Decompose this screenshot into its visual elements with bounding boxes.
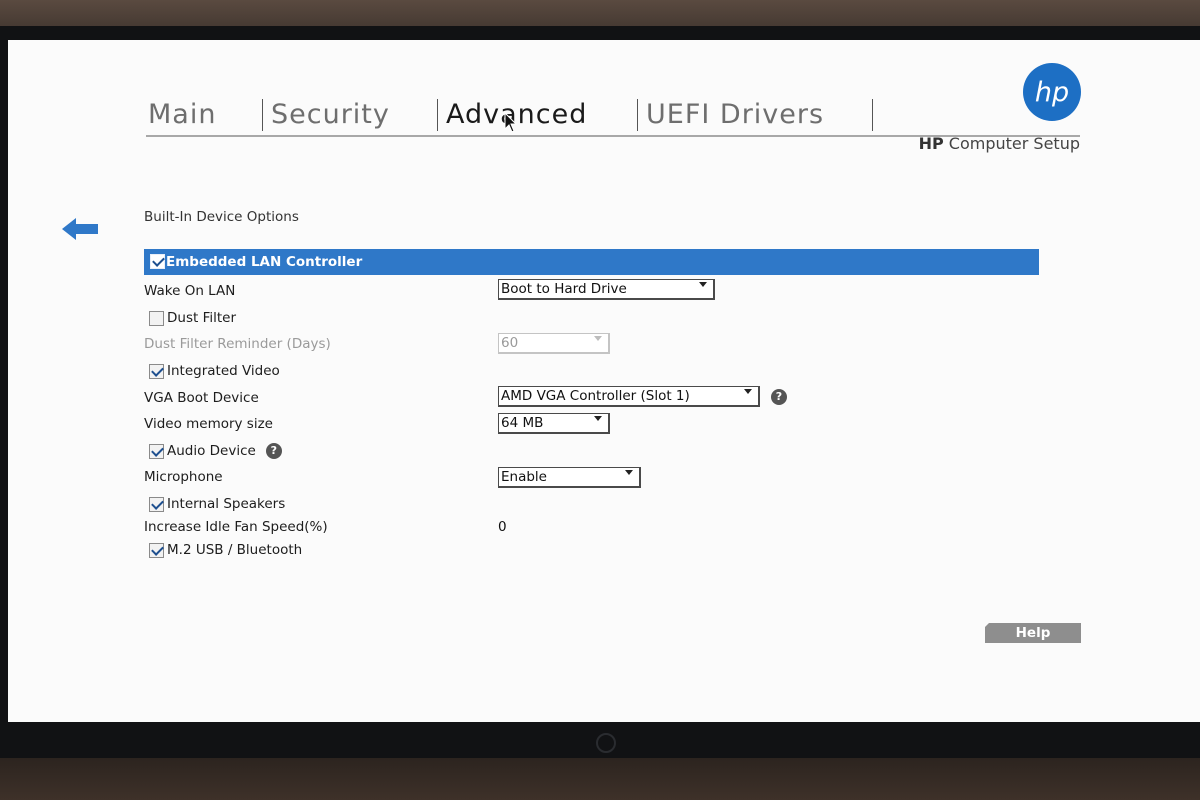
tab-security[interactable]: Security bbox=[271, 95, 390, 135]
wake-on-lan-select[interactable]: Boot to Hard Drive bbox=[498, 279, 715, 300]
integrated-video-label: Integrated Video bbox=[167, 363, 280, 379]
embedded-lan-label: Embedded LAN Controller bbox=[166, 254, 363, 270]
dust-filter-checkbox[interactable] bbox=[149, 310, 164, 326]
tab-uefi-drivers[interactable]: UEFI Drivers bbox=[646, 95, 824, 135]
option-m2-usb-bluetooth-row[interactable]: M.2 USB / Bluetooth bbox=[144, 538, 302, 562]
chevron-down-icon bbox=[699, 282, 707, 287]
m2-usb-bluetooth-label: M.2 USB / Bluetooth bbox=[167, 542, 303, 558]
help-button[interactable]: Help bbox=[985, 623, 1081, 643]
option-embedded-lan-row[interactable]: Embedded LAN Controller bbox=[144, 249, 1039, 275]
dust-filter-label: Dust Filter bbox=[167, 310, 237, 326]
chevron-down-icon bbox=[625, 470, 633, 475]
tab-separator bbox=[637, 99, 638, 131]
option-integrated-video-row[interactable]: Integrated Video bbox=[144, 359, 280, 383]
dust-filter-reminder-label: Dust Filter Reminder (Days) bbox=[144, 336, 331, 352]
back-arrow-icon[interactable] bbox=[60, 216, 100, 242]
idle-fan-speed-value[interactable]: 0 bbox=[498, 519, 507, 535]
microphone-label: Microphone bbox=[144, 469, 223, 485]
idle-fan-speed-label: Increase Idle Fan Speed(%) bbox=[144, 519, 328, 535]
vga-boot-device-select[interactable]: AMD VGA Controller (Slot 1) bbox=[498, 386, 760, 407]
chevron-down-icon bbox=[594, 336, 602, 341]
video-memory-label: Video memory size bbox=[144, 416, 273, 432]
hp-logo-icon: hp bbox=[1023, 63, 1081, 121]
tab-main[interactable]: Main bbox=[148, 95, 216, 135]
tab-separator bbox=[872, 99, 873, 131]
m2-usb-bluetooth-checkbox[interactable] bbox=[149, 542, 164, 558]
integrated-video-checkbox[interactable] bbox=[149, 363, 164, 379]
vga-boot-device-value: AMD VGA Controller (Slot 1) bbox=[501, 388, 690, 404]
product-brand: HP bbox=[918, 134, 944, 153]
wake-on-lan-value: Boot to Hard Drive bbox=[501, 281, 627, 297]
microphone-value: Enable bbox=[501, 469, 547, 485]
background-desk bbox=[0, 758, 1200, 800]
internal-speakers-checkbox[interactable] bbox=[149, 496, 164, 512]
internal-speakers-label: Internal Speakers bbox=[167, 496, 286, 512]
tab-separator bbox=[262, 99, 263, 131]
embedded-lan-checkbox[interactable] bbox=[150, 254, 165, 269]
mouse-cursor-icon bbox=[504, 112, 518, 133]
video-memory-select[interactable]: 64 MB bbox=[498, 413, 610, 434]
tab-separator bbox=[437, 99, 438, 131]
option-audio-device-row[interactable]: Audio Device ? bbox=[144, 439, 282, 463]
chevron-down-icon bbox=[594, 416, 602, 421]
option-dust-filter-row[interactable]: Dust Filter bbox=[144, 306, 236, 330]
product-name: Computer Setup bbox=[948, 134, 1080, 153]
bios-screen: Main Security Advanced UEFI Drivers hp H… bbox=[8, 40, 1200, 722]
section-title: Built-In Device Options bbox=[144, 209, 299, 225]
tab-bar: Main Security Advanced UEFI Drivers bbox=[146, 95, 1080, 137]
chevron-down-icon bbox=[744, 389, 752, 394]
vga-help-icon[interactable]: ? bbox=[771, 389, 787, 405]
monitor-logo bbox=[596, 733, 616, 753]
audio-device-label: Audio Device bbox=[167, 443, 256, 459]
video-memory-value: 64 MB bbox=[501, 415, 544, 431]
hp-logo-text: hp bbox=[1035, 77, 1069, 108]
dust-filter-reminder-select: 60 bbox=[498, 333, 610, 354]
wake-on-lan-label: Wake On LAN bbox=[144, 283, 236, 299]
option-internal-speakers-row[interactable]: Internal Speakers bbox=[144, 492, 285, 516]
dust-filter-reminder-value: 60 bbox=[501, 335, 519, 351]
microphone-select[interactable]: Enable bbox=[498, 467, 641, 488]
product-title: HP Computer Setup bbox=[888, 134, 1080, 153]
audio-help-icon[interactable]: ? bbox=[265, 443, 282, 459]
audio-device-checkbox[interactable] bbox=[149, 443, 164, 459]
vga-boot-device-label: VGA Boot Device bbox=[144, 390, 259, 406]
